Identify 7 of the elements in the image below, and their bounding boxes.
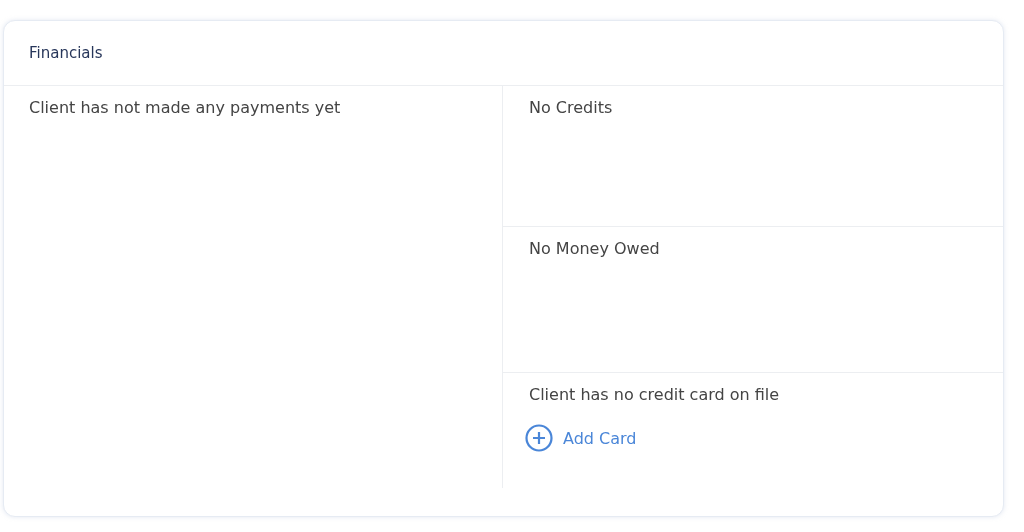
payments-message: Client has not made any payments yet <box>29 98 341 117</box>
add-icon <box>525 424 553 452</box>
credits-message: No Credits <box>529 98 613 117</box>
panel-title: Financials <box>29 44 103 62</box>
balance-message: No Money Owed <box>529 239 660 258</box>
add-card-button[interactable]: Add Card <box>525 424 637 452</box>
credit-card-message: Client has no credit card on file <box>529 385 780 404</box>
